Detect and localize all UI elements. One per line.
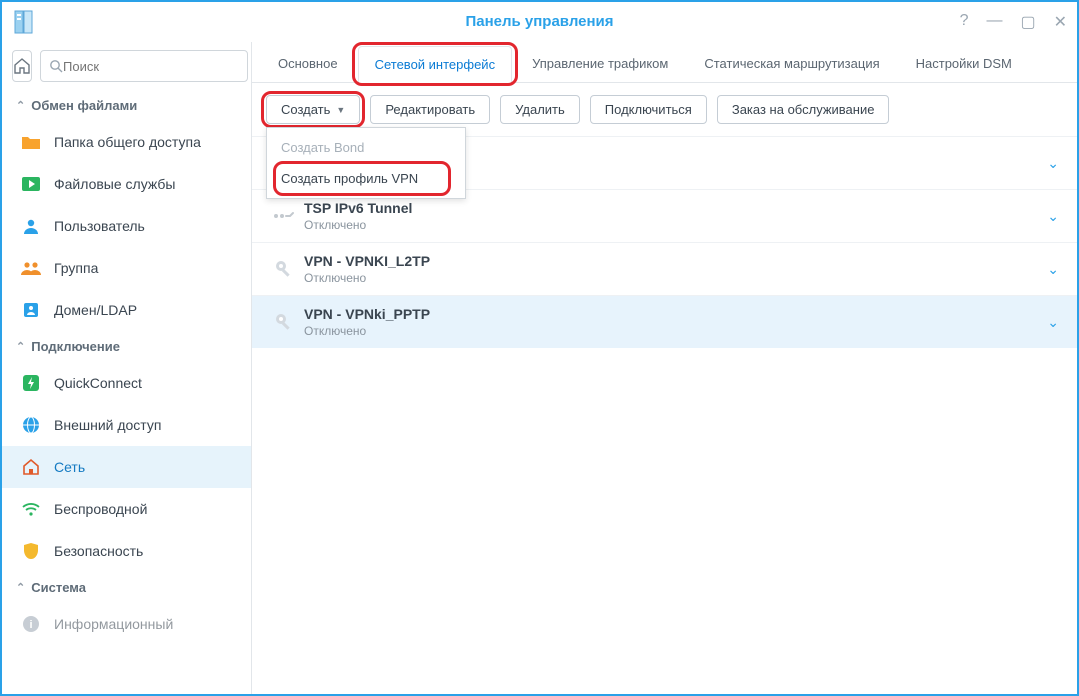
shield-icon bbox=[20, 540, 42, 562]
chevron-down-icon[interactable]: ⌄ bbox=[1047, 261, 1059, 278]
sidebar-item-shared-folder[interactable]: Папка общего доступа bbox=[2, 121, 251, 163]
chevron-down-icon[interactable]: ⌄ bbox=[1047, 208, 1059, 225]
maximize-button[interactable]: ▢ bbox=[1020, 12, 1035, 32]
network-icon bbox=[20, 456, 42, 478]
sidebar-item-quickconnect[interactable]: QuickConnect bbox=[2, 362, 251, 404]
caret-down-icon: ▼ bbox=[336, 105, 345, 115]
quickconnect-icon bbox=[20, 372, 42, 394]
service-order-button[interactable]: Заказ на обслуживание bbox=[717, 95, 890, 124]
interface-status: Отключено bbox=[304, 271, 1047, 285]
tab-traffic-control[interactable]: Управление трафиком bbox=[516, 46, 684, 82]
home-button[interactable] bbox=[12, 50, 32, 82]
chevron-down-icon[interactable]: ⌄ bbox=[1047, 155, 1059, 172]
sidebar-item-network[interactable]: Сеть bbox=[2, 446, 251, 488]
interface-list: PPPoEОтключено⌄TSP IPv6 TunnelОтключено⌄… bbox=[252, 136, 1077, 694]
tab-bar: Основное Сетевой интерфейс Управление тр… bbox=[252, 42, 1077, 83]
folder-icon bbox=[20, 131, 42, 153]
chevron-up-icon: ⌃ bbox=[16, 581, 25, 594]
home-icon bbox=[13, 57, 31, 75]
key-icon bbox=[264, 312, 304, 332]
dropdown-create-bond: Создать Bond bbox=[267, 132, 465, 163]
sidebar-item-info[interactable]: i Информационный bbox=[2, 603, 251, 645]
help-button[interactable]: ? bbox=[960, 12, 969, 32]
key-icon bbox=[264, 259, 304, 279]
interface-row[interactable]: VPN - VPNki_PPTP Отключено⌄ bbox=[252, 295, 1077, 348]
sidebar: ⌃ Обмен файлами Папка общего доступа Фай… bbox=[2, 42, 252, 694]
connect-button[interactable]: Подключиться bbox=[590, 95, 707, 124]
interface-title: VPN - VPNKI_L2TP bbox=[304, 253, 1047, 269]
tab-general[interactable]: Основное bbox=[262, 46, 354, 82]
minimize-button[interactable]: — bbox=[986, 12, 1002, 32]
tab-network-interface[interactable]: Сетевой интерфейс bbox=[358, 46, 513, 83]
chevron-down-icon[interactable]: ⌄ bbox=[1047, 314, 1059, 331]
interface-title: TSP IPv6 Tunnel bbox=[304, 200, 1047, 216]
group-icon bbox=[20, 257, 42, 279]
interface-row[interactable]: VPN - VPNKI_L2TP Отключено⌄ bbox=[252, 242, 1077, 295]
app-icon bbox=[14, 10, 36, 37]
domain-icon bbox=[20, 299, 42, 321]
search-icon bbox=[49, 59, 63, 73]
window-title: Панель управления bbox=[2, 13, 1077, 30]
search-input[interactable] bbox=[63, 59, 239, 74]
file-services-icon bbox=[20, 173, 42, 195]
svg-text:i: i bbox=[29, 619, 32, 631]
close-button[interactable]: ✕ bbox=[1054, 12, 1067, 32]
tab-static-route[interactable]: Статическая маршрутизация bbox=[688, 46, 895, 82]
wifi-icon bbox=[20, 498, 42, 520]
sidebar-item-group[interactable]: Группа bbox=[2, 247, 251, 289]
tab-dsm-settings[interactable]: Настройки DSM bbox=[900, 46, 1028, 82]
interface-status: Отключено bbox=[304, 324, 1047, 338]
sidebar-item-domain-ldap[interactable]: Домен/LDAP bbox=[2, 289, 251, 331]
interface-status: Отключено bbox=[304, 218, 1047, 232]
section-system[interactable]: ⌃ Система bbox=[2, 572, 251, 603]
main-content: Основное Сетевой интерфейс Управление тр… bbox=[252, 42, 1077, 694]
sidebar-item-security[interactable]: Безопасность bbox=[2, 530, 251, 572]
sidebar-item-user[interactable]: Пользователь bbox=[2, 205, 251, 247]
create-button[interactable]: Создать ▼ bbox=[266, 95, 360, 124]
toolbar: Создать ▼ Редактировать Удалить Подключи… bbox=[252, 83, 1077, 136]
sidebar-item-external-access[interactable]: Внешний доступ bbox=[2, 404, 251, 446]
plug-icon bbox=[264, 209, 304, 223]
user-icon bbox=[20, 215, 42, 237]
dropdown-create-vpn[interactable]: Создать профиль VPN bbox=[267, 163, 465, 194]
sidebar-item-file-services[interactable]: Файловые службы bbox=[2, 163, 251, 205]
section-connect[interactable]: ⌃ Подключение bbox=[2, 331, 251, 362]
search-field[interactable] bbox=[40, 50, 248, 82]
delete-button[interactable]: Удалить bbox=[500, 95, 580, 124]
create-dropdown: Создать Bond Создать профиль VPN bbox=[266, 127, 466, 199]
chevron-up-icon: ⌃ bbox=[16, 99, 25, 112]
globe-icon bbox=[20, 414, 42, 436]
section-file-sharing[interactable]: ⌃ Обмен файлами bbox=[2, 90, 251, 121]
chevron-up-icon: ⌃ bbox=[16, 340, 25, 353]
info-icon: i bbox=[20, 613, 42, 635]
edit-button[interactable]: Редактировать bbox=[370, 95, 490, 124]
sidebar-item-wireless[interactable]: Беспроводной bbox=[2, 488, 251, 530]
control-panel-window: Панель управления ? — ▢ ✕ ⌃ Обмен файлам… bbox=[0, 0, 1079, 696]
interface-title: VPN - VPNki_PPTP bbox=[304, 306, 1047, 322]
titlebar: Панель управления ? — ▢ ✕ bbox=[2, 2, 1077, 42]
